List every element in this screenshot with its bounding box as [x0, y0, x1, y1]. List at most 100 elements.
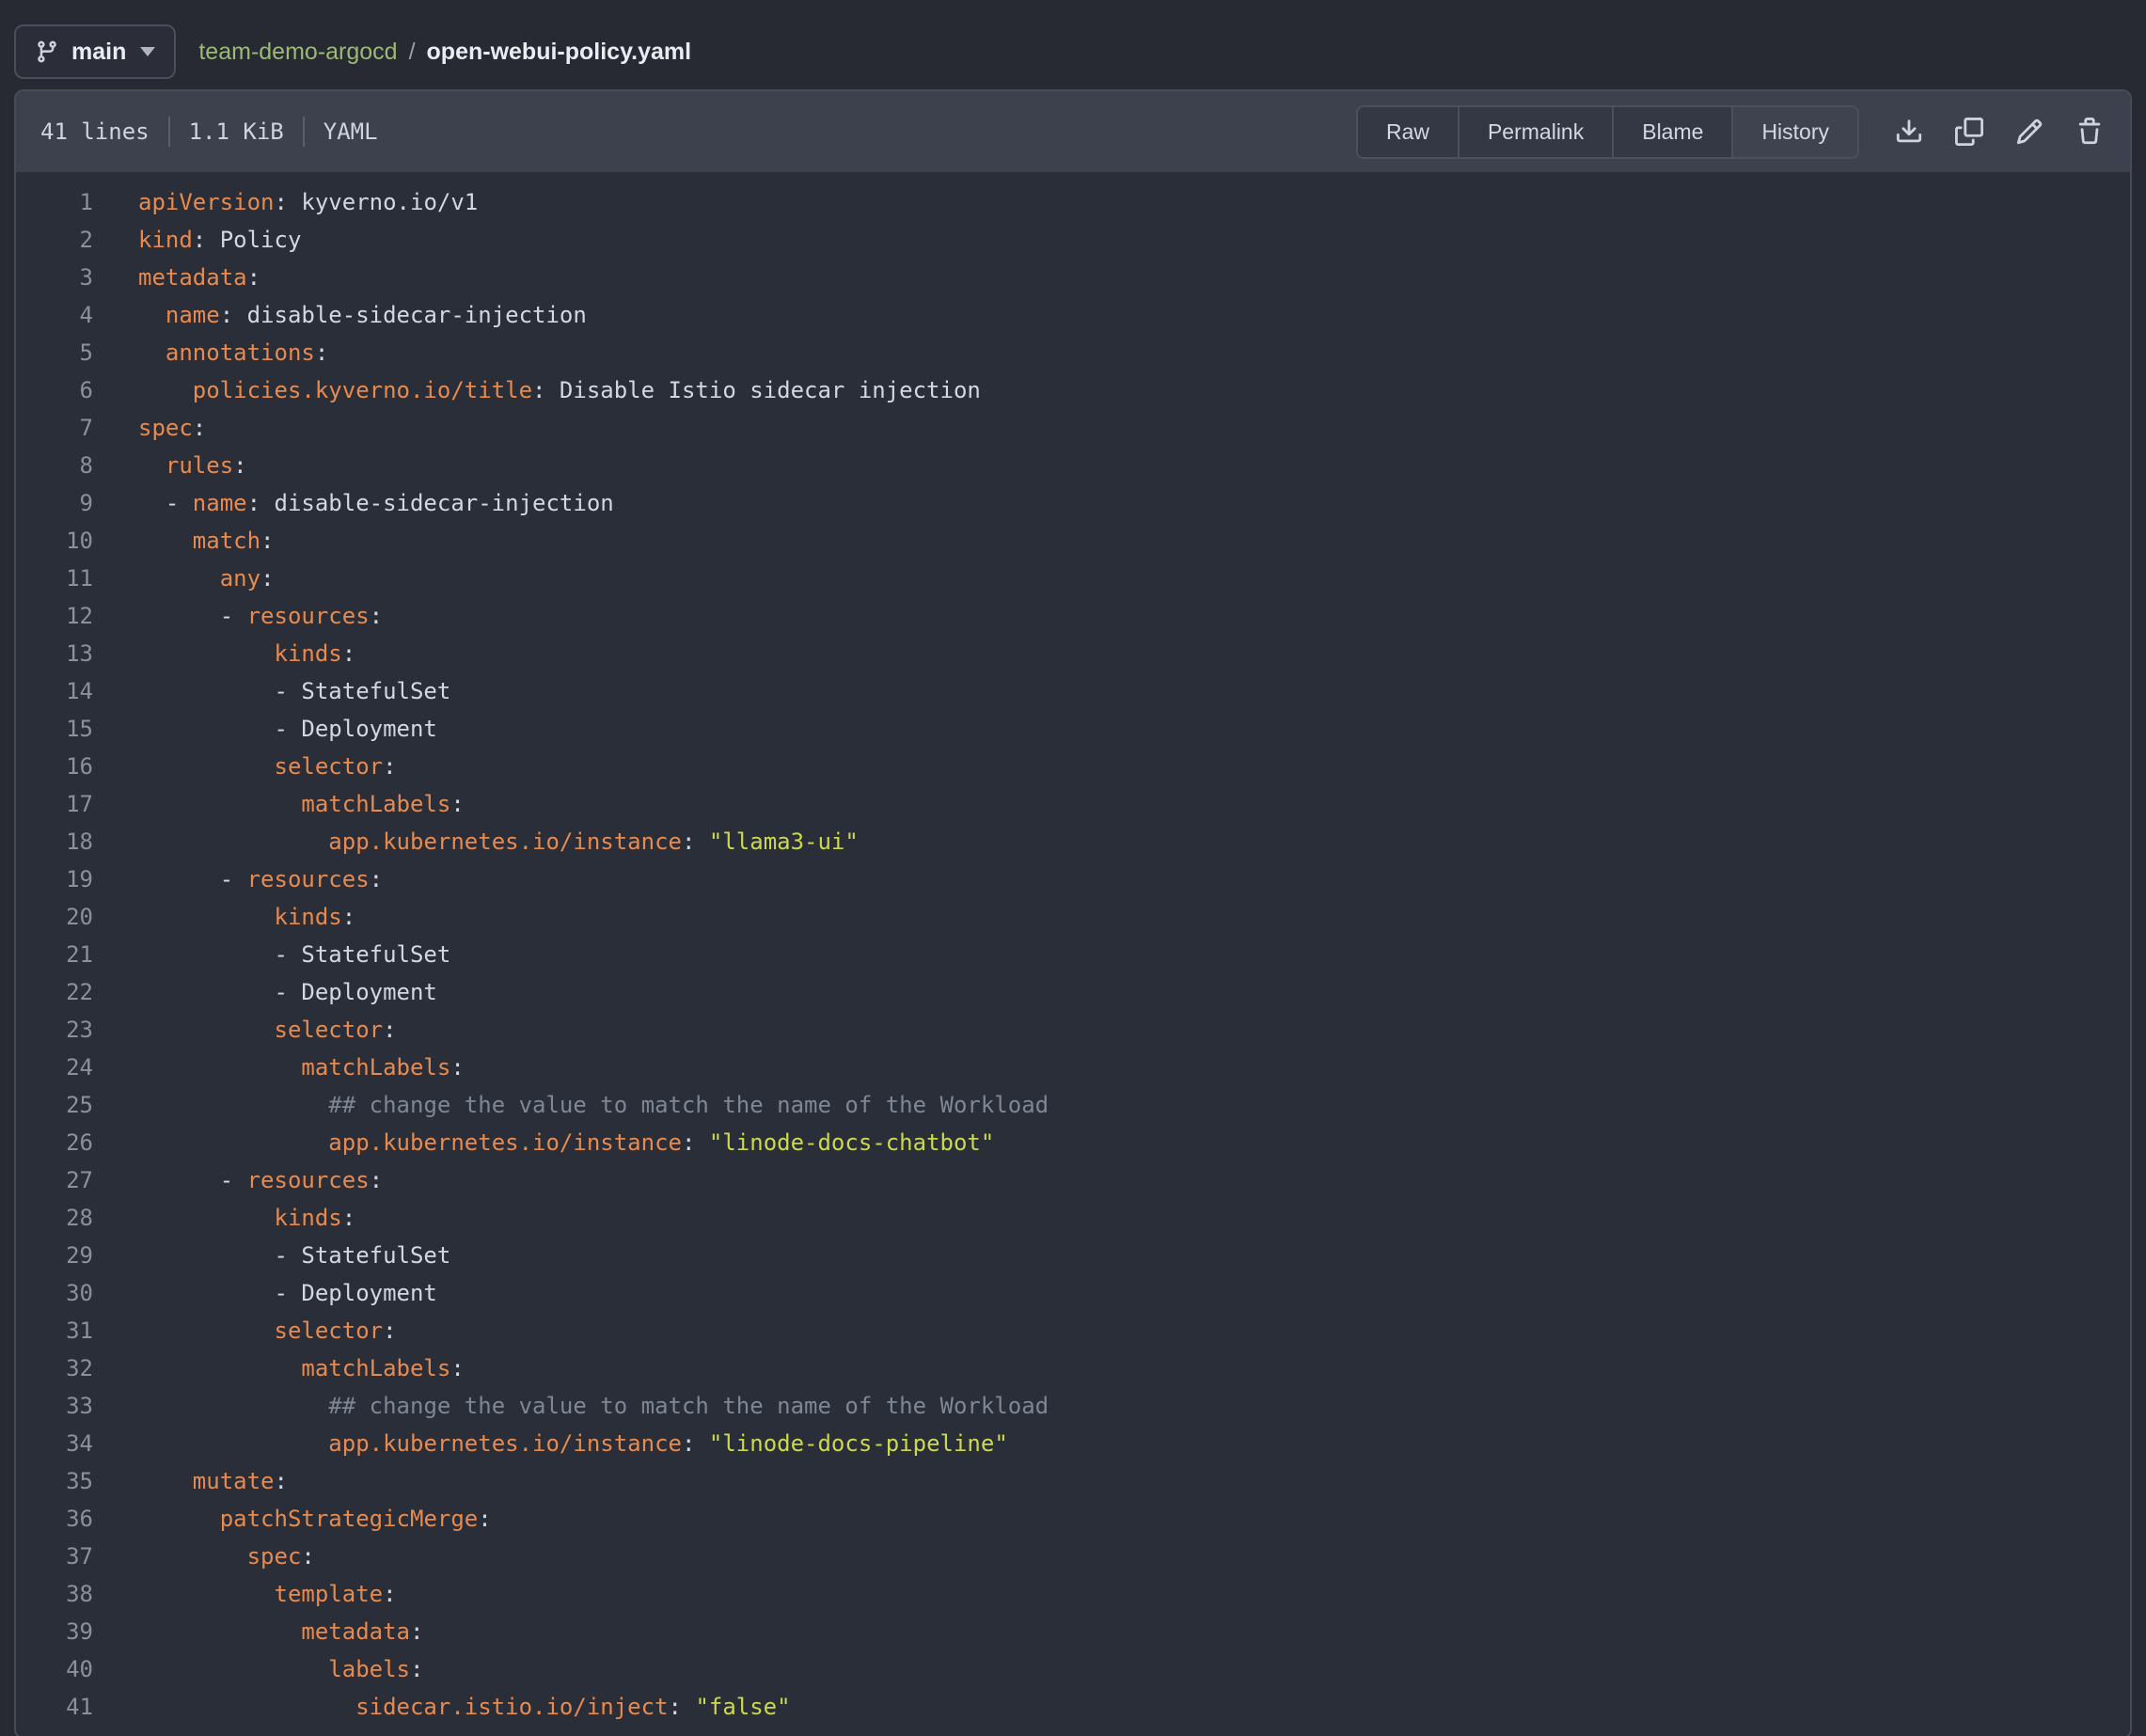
code-line: 12 - resources: — [16, 597, 2130, 635]
line-number[interactable]: 12 — [16, 597, 93, 635]
line-number[interactable]: 7 — [16, 409, 93, 447]
line-number[interactable]: 11 — [16, 560, 93, 597]
code-line: 26 app.kubernetes.io/instance: "linode-d… — [16, 1124, 2130, 1161]
download-icon — [1895, 118, 1923, 146]
code-line: 15 - Deployment — [16, 710, 2130, 748]
code-text: any: — [138, 560, 275, 597]
code-line: 9 - name: disable-sidecar-injection — [16, 484, 2130, 522]
file-info: 41 lines 1.1 KiB YAML — [40, 117, 378, 147]
line-number[interactable]: 5 — [16, 334, 93, 371]
download-button[interactable] — [1893, 116, 1925, 148]
code-line: 37 spec: — [16, 1538, 2130, 1575]
line-number[interactable]: 24 — [16, 1049, 93, 1086]
code-line: 19 - resources: — [16, 860, 2130, 898]
code-line: 17 matchLabels: — [16, 785, 2130, 823]
line-number[interactable]: 14 — [16, 672, 93, 710]
code-line: 32 matchLabels: — [16, 1349, 2130, 1387]
file-view-panel: 41 lines 1.1 KiB YAML Raw Permalink Blam… — [14, 89, 2132, 1736]
file-language: YAML — [323, 118, 378, 145]
line-number[interactable]: 8 — [16, 447, 93, 484]
line-number[interactable]: 27 — [16, 1161, 93, 1199]
line-number[interactable]: 41 — [16, 1688, 93, 1726]
edit-button[interactable] — [2013, 116, 2045, 148]
line-number[interactable]: 22 — [16, 973, 93, 1011]
code-text: kinds: — [138, 898, 355, 936]
code-text: selector: — [138, 1011, 397, 1049]
code-text: - Deployment — [138, 710, 437, 748]
line-number[interactable]: 18 — [16, 823, 93, 860]
code-view: 1apiVersion: kyverno.io/v12kind: Policy3… — [16, 174, 2130, 1736]
line-number[interactable]: 31 — [16, 1312, 93, 1349]
code-line: 14 - StatefulSet — [16, 672, 2130, 710]
permalink-button[interactable]: Permalink — [1458, 107, 1612, 157]
line-number[interactable]: 33 — [16, 1387, 93, 1425]
line-number[interactable]: 28 — [16, 1199, 93, 1237]
code-line: 13 kinds: — [16, 635, 2130, 672]
line-number[interactable]: 23 — [16, 1011, 93, 1049]
line-number[interactable]: 6 — [16, 371, 93, 409]
line-number[interactable]: 2 — [16, 221, 93, 259]
line-number[interactable]: 37 — [16, 1538, 93, 1575]
code-text: app.kubernetes.io/instance: "linode-docs… — [138, 1124, 994, 1161]
code-text: matchLabels: — [138, 1349, 465, 1387]
code-text: - StatefulSet — [138, 1237, 450, 1274]
git-branch-icon — [35, 39, 59, 64]
line-number[interactable]: 35 — [16, 1462, 93, 1500]
code-text: patchStrategicMerge: — [138, 1500, 492, 1538]
code-text: app.kubernetes.io/instance: "llama3-ui" — [138, 823, 859, 860]
line-number[interactable]: 16 — [16, 748, 93, 785]
code-text: spec: — [138, 1538, 315, 1575]
code-text: - name: disable-sidecar-injection — [138, 484, 614, 522]
code-line: 4 name: disable-sidecar-injection — [16, 296, 2130, 334]
raw-button[interactable]: Raw — [1358, 107, 1458, 157]
history-button[interactable]: History — [1731, 107, 1857, 157]
line-number[interactable]: 19 — [16, 860, 93, 898]
line-number[interactable]: 3 — [16, 259, 93, 296]
line-number[interactable]: 34 — [16, 1425, 93, 1462]
top-bar: main team-demo-argocd / open-webui-polic… — [0, 0, 2146, 89]
line-number[interactable]: 13 — [16, 635, 93, 672]
line-number[interactable]: 29 — [16, 1237, 93, 1274]
blame-button[interactable]: Blame — [1612, 107, 1731, 157]
line-number[interactable]: 25 — [16, 1086, 93, 1124]
line-number[interactable]: 20 — [16, 898, 93, 936]
code-text: sidecar.istio.io/inject: "false" — [138, 1688, 791, 1726]
line-number[interactable]: 30 — [16, 1274, 93, 1312]
code-text: kind: Policy — [138, 221, 301, 259]
code-text: - resources: — [138, 1161, 383, 1199]
file-lines-count: 41 lines — [40, 118, 150, 145]
file-actions: Raw Permalink Blame History — [1356, 105, 2106, 159]
line-number[interactable]: 39 — [16, 1613, 93, 1650]
code-text: selector: — [138, 1312, 397, 1349]
file-header: 41 lines 1.1 KiB YAML Raw Permalink Blam… — [16, 91, 2130, 174]
code-line: 34 app.kubernetes.io/instance: "linode-d… — [16, 1425, 2130, 1462]
code-line: 31 selector: — [16, 1312, 2130, 1349]
line-number[interactable]: 9 — [16, 484, 93, 522]
line-number[interactable]: 10 — [16, 522, 93, 560]
code-text: name: disable-sidecar-injection — [138, 296, 587, 334]
code-line: 3metadata: — [16, 259, 2130, 296]
code-line: 38 template: — [16, 1575, 2130, 1613]
line-number[interactable]: 15 — [16, 710, 93, 748]
copy-icon — [1955, 118, 1983, 146]
line-number[interactable]: 26 — [16, 1124, 93, 1161]
delete-button[interactable] — [2074, 116, 2106, 148]
code-text: match: — [138, 522, 275, 560]
code-line: 8 rules: — [16, 447, 2130, 484]
line-number[interactable]: 17 — [16, 785, 93, 823]
branch-selector-button[interactable]: main — [14, 24, 176, 79]
divider — [303, 117, 305, 147]
copy-button[interactable] — [1953, 116, 1985, 148]
line-number[interactable]: 36 — [16, 1500, 93, 1538]
line-number[interactable]: 1 — [16, 183, 93, 221]
line-number[interactable]: 4 — [16, 296, 93, 334]
line-number[interactable]: 40 — [16, 1650, 93, 1688]
code-text: policies.kyverno.io/title: Disable Istio… — [138, 371, 981, 409]
line-number[interactable]: 32 — [16, 1349, 93, 1387]
code-text: template: — [138, 1575, 397, 1613]
file-size: 1.1 KiB — [189, 118, 284, 145]
line-number[interactable]: 21 — [16, 936, 93, 973]
pencil-icon — [2015, 118, 2043, 146]
line-number[interactable]: 38 — [16, 1575, 93, 1613]
breadcrumb-repo-link[interactable]: team-demo-argocd — [198, 39, 397, 66]
